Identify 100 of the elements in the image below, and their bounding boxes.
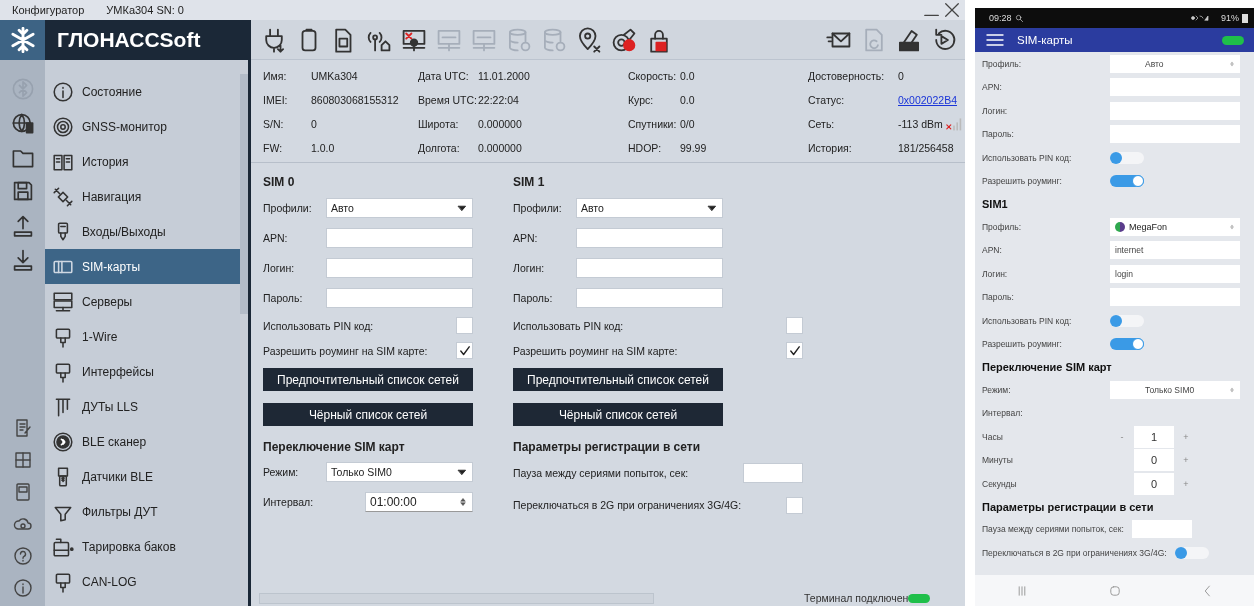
satellite-icon (52, 185, 74, 208)
field-label: APN: (263, 232, 289, 244)
field-value: 181/256458 (898, 142, 954, 154)
home-icon[interactable] (1107, 583, 1122, 598)
help-icon[interactable] (12, 546, 33, 566)
field-label: Широта: (418, 118, 460, 130)
input-field[interactable]: internet (1110, 241, 1240, 260)
globe-icon[interactable] (10, 111, 35, 135)
input-field[interactable]: login (1110, 264, 1240, 283)
nav-item[interactable]: BLE сканер (45, 424, 240, 459)
field-value: 0 (311, 118, 317, 130)
input-field[interactable] (1110, 101, 1240, 120)
dark-button[interactable]: Чёрный список сетей (263, 403, 473, 426)
toggle-switch[interactable] (1110, 314, 1144, 327)
field-label: Профили: (513, 202, 563, 214)
input-field[interactable] (576, 288, 723, 308)
toggle-switch[interactable] (1110, 151, 1144, 164)
input-field[interactable] (1110, 125, 1240, 144)
number-field[interactable]: 0 (1134, 472, 1174, 495)
status-link[interactable]: 0x002022B4 (898, 94, 957, 106)
input-field[interactable] (326, 228, 473, 248)
field-label: Статус: (808, 94, 846, 106)
close-icon[interactable] (943, 1, 961, 19)
number-field[interactable]: 0 (1134, 449, 1174, 472)
field-label: Логин: (263, 262, 296, 274)
nav-item[interactable]: Интерфейсы (45, 354, 240, 389)
spinner-arrows-icon (1229, 222, 1235, 231)
section-title: SIM1 (982, 197, 1009, 212)
dropdown[interactable]: Только SIM0 (326, 462, 473, 482)
checkbox[interactable] (786, 317, 803, 334)
field-label: Переключаться в 2G при ограничениях 3G/4G: (513, 499, 742, 511)
checkbox[interactable] (786, 496, 803, 514)
checkbox[interactable] (456, 342, 473, 359)
input-field[interactable] (326, 258, 473, 278)
nav-item[interactable]: Серверы (45, 284, 240, 319)
dark-button[interactable]: Предпочтительный список сетей (263, 368, 473, 391)
field-label: Спутники: (628, 118, 678, 130)
nav-item[interactable]: Фильтры ДУТ (45, 494, 240, 529)
field-label: Пароль: (982, 292, 1015, 303)
status-text: Терминал подключен (804, 592, 909, 604)
field-value: 0.000000 (478, 118, 522, 130)
clock: 09:28 (989, 13, 1012, 23)
field-label: Скорость: (628, 70, 678, 82)
number-field[interactable]: 1 (1134, 425, 1174, 448)
field-label: Пароль: (513, 292, 554, 304)
input-field[interactable] (743, 463, 803, 483)
dropdown[interactable]: Авто (1110, 54, 1240, 73)
field-label: Курс: (628, 94, 655, 106)
bluetooth-icon (52, 430, 74, 453)
nav-item[interactable]: Датчики BLE (45, 459, 240, 494)
field-label: APN: (982, 82, 1003, 93)
dark-button[interactable]: Предпочтительный список сетей (513, 368, 723, 391)
field-label: HDOP: (628, 142, 663, 154)
input-field[interactable] (1110, 288, 1240, 307)
spinner-arrows-icon (1229, 385, 1235, 394)
dropdown[interactable]: Авто (326, 198, 473, 218)
spinner-arrows-icon (458, 495, 468, 509)
input-field[interactable] (576, 258, 723, 278)
device-name: УМКа304 SN: 0 (106, 4, 184, 16)
nav-item[interactable]: Тарировка баков (45, 529, 240, 564)
field-label: Пауза между сериями попыток, сек: (982, 524, 1124, 535)
field-label: Профили: (263, 202, 313, 214)
field-value: UMKa304 (311, 70, 358, 82)
dropdown[interactable]: MegaFon (1110, 217, 1240, 236)
field-label: История: (808, 142, 853, 154)
toggle-switch[interactable] (1110, 338, 1144, 351)
dropdown[interactable]: Авто (576, 198, 723, 218)
location-pin-icon[interactable] (576, 26, 602, 53)
nav-item[interactable]: ДУТы LLS (45, 389, 240, 424)
nav-item[interactable]: Навигация (45, 179, 240, 214)
toggle-switch[interactable] (1174, 546, 1209, 559)
nav-item[interactable]: Входы/Выходы (45, 214, 240, 249)
input-field[interactable] (326, 288, 473, 308)
nav-item[interactable]: GNSS-монитор (45, 109, 240, 144)
nav-item[interactable]: 1-Wire (45, 319, 240, 354)
field-label: Интервал: (982, 408, 1024, 419)
nav-item[interactable]: История (45, 144, 240, 179)
input-field[interactable] (1131, 520, 1192, 539)
window-title: Конфигуратор (12, 4, 85, 16)
field-value: 99.99 (680, 142, 707, 154)
field-label: Использовать PIN код: (982, 315, 1073, 326)
input-field[interactable] (576, 228, 723, 248)
section-title: Переключение SIM карт (982, 360, 1113, 375)
nav-item[interactable]: SIM-карты (45, 249, 240, 284)
field-label: Разрешить роуминг на SIM карте: (513, 344, 678, 357)
info-icon[interactable] (12, 578, 33, 598)
checkbox[interactable] (456, 317, 473, 334)
toggle-switch[interactable] (1110, 175, 1144, 188)
nav-item[interactable]: Состояние (45, 74, 240, 109)
dark-button[interactable]: Чёрный список сетей (513, 403, 723, 426)
checkbox[interactable] (786, 342, 803, 359)
field-label: Минуты (982, 455, 1014, 466)
grid-icon[interactable] (12, 450, 33, 470)
time-spinner[interactable]: 01:00:00 (365, 492, 473, 512)
field-value: 1.0.0 (311, 142, 335, 154)
dropdown[interactable]: Только SIM0 (1110, 380, 1240, 399)
scrollbar-thumb[interactable] (240, 74, 248, 314)
nav-item[interactable]: CAN-LOG (45, 564, 240, 599)
field-label: Имя: (263, 70, 288, 82)
input-field[interactable] (1110, 78, 1240, 97)
